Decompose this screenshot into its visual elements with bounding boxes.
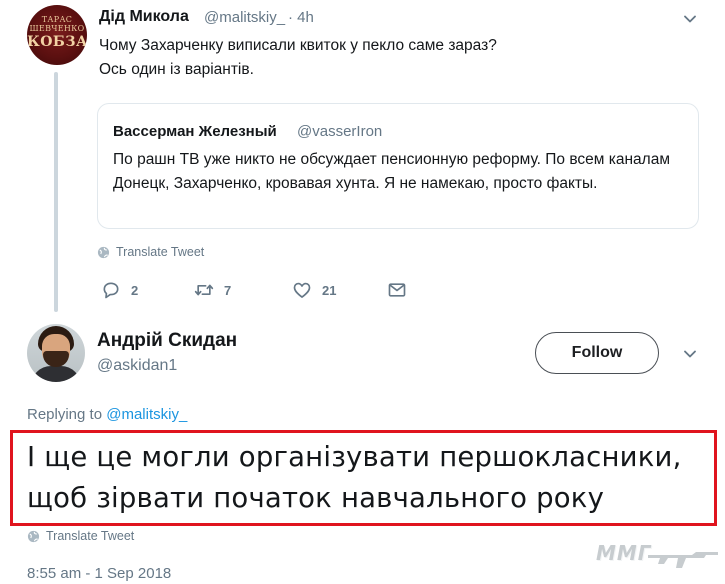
watermark-text: ММГ (596, 541, 652, 565)
quoted-author-name: Вассерман Железный (113, 123, 277, 140)
reply-count: 2 (131, 282, 139, 298)
globe-icon (97, 246, 110, 259)
author-name[interactable]: Андрій Скидан (97, 330, 237, 352)
globe-icon (27, 530, 40, 543)
tweet-text: І ще це могли організувати першокласники… (10, 430, 717, 526)
avatar[interactable] (27, 324, 85, 382)
retweet-button[interactable]: 7 (194, 280, 231, 300)
replying-mention-link[interactable]: @malitskiy_ (106, 406, 187, 423)
author-name[interactable]: Дід Микола (99, 8, 189, 26)
thread-line (54, 72, 58, 312)
direct-message-button[interactable] (387, 280, 407, 300)
avatar-logo-top: ТАРАС ШЕВЧЕНКО (29, 15, 85, 33)
like-button[interactable]: 21 (292, 280, 336, 300)
translate-tweet-link[interactable]: Translate Tweet (97, 245, 204, 259)
quoted-tweet-text: По рашн ТВ уже никто не обсуждает пенсио… (113, 151, 670, 192)
reply-button[interactable]: 2 (101, 280, 138, 300)
rifle-icon (648, 552, 718, 568)
reply-icon (103, 282, 119, 299)
quoted-author-handle: @vasserIron (297, 123, 383, 140)
chevron-down-icon[interactable] (684, 348, 696, 360)
envelope-icon (388, 283, 406, 297)
site-watermark: ММГ (576, 532, 722, 582)
translate-label: Translate Tweet (46, 529, 135, 543)
retweet-count: 7 (224, 282, 232, 298)
follow-button[interactable]: Follow (535, 332, 659, 374)
author-handle[interactable]: @askidan1 (97, 357, 177, 375)
replying-to: Replying to @malitskiy_ (27, 406, 187, 423)
author-handle[interactable]: @malitskiy_ (204, 9, 285, 26)
replying-prefix: Replying to (27, 406, 107, 423)
quoted-tweet[interactable]: Вассерман Железный @vasserIron По рашн Т… (97, 103, 699, 229)
tweet-text: Чому Захарченку виписали квиток у пекло … (99, 37, 497, 78)
avatar[interactable]: ТАРАС ШЕВЧЕНКО КОБЗАР (27, 5, 87, 65)
tweet-timestamp[interactable]: 8:55 am - 1 Sep 2018 (27, 565, 171, 582)
translate-label: Translate Tweet (116, 245, 205, 259)
chevron-down-icon[interactable] (684, 13, 696, 25)
heart-icon (293, 282, 311, 298)
avatar-logo-main: КОБЗАР (27, 34, 87, 50)
tweet-time[interactable]: · 4h (288, 9, 314, 26)
retweet-icon (194, 284, 214, 296)
translate-tweet-link[interactable]: Translate Tweet (27, 529, 134, 543)
like-count: 21 (322, 282, 337, 298)
